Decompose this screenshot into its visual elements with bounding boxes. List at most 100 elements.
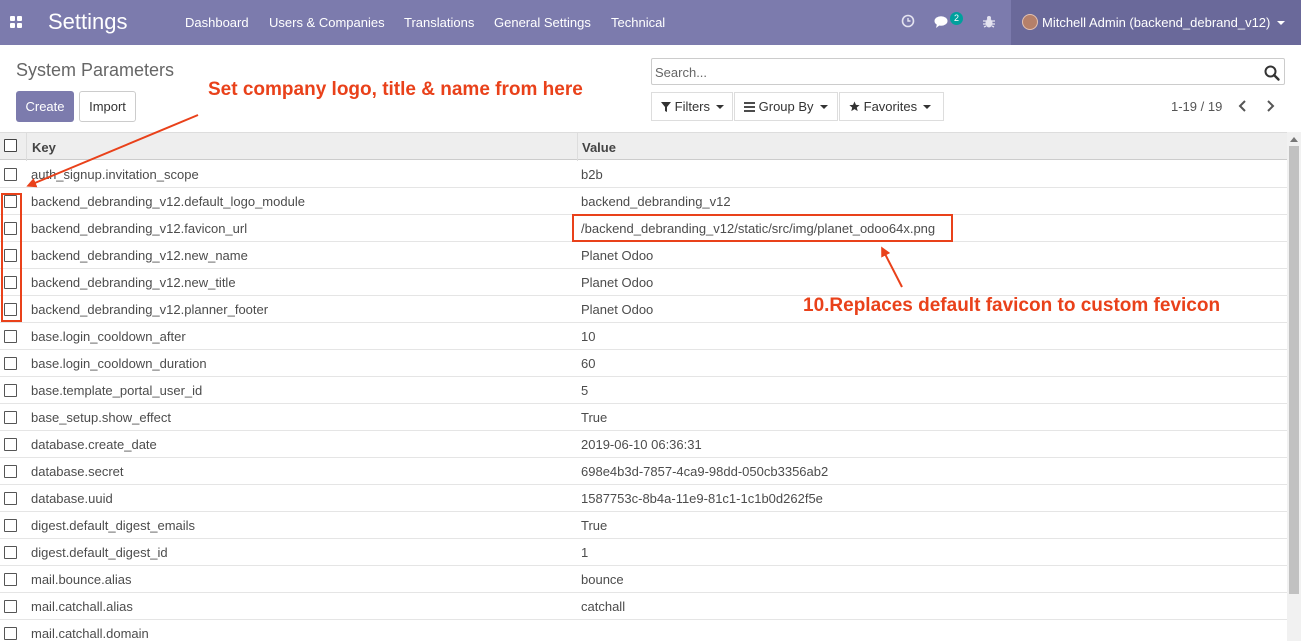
cell-key: backend_debranding_v12.planner_footer	[31, 302, 269, 317]
table-row[interactable]: backend_debranding_v12.new_title Planet O…	[0, 269, 1287, 296]
cell-key: base.login_cooldown_after	[31, 329, 186, 344]
chat-icon[interactable]	[934, 15, 950, 29]
cell-key: backend_debranding_v12.new_title	[31, 275, 236, 290]
row-checkbox[interactable]	[4, 600, 17, 613]
table-row[interactable]: database.uuid 1587753c-8b4a-11e9-81c1-1c1…	[0, 485, 1287, 512]
row-checkbox[interactable]	[4, 357, 17, 370]
app-title: Settings	[48, 9, 128, 34]
user-menu[interactable]: Mitchell Admin (backend_debrand_v12)	[1011, 0, 1301, 45]
filter-icon	[661, 102, 671, 112]
menu-users-companies[interactable]: Users & Companies	[269, 15, 385, 30]
row-checkbox[interactable]	[4, 411, 17, 424]
cell-key: digest.default_digest_emails	[31, 518, 196, 533]
table-row[interactable]: auth_signup.invitation_scope b2b	[0, 161, 1287, 188]
menu-dashboard[interactable]: Dashboard	[185, 15, 249, 30]
cell-value: 2019-06-10 06:36:31	[581, 437, 702, 452]
row-checkbox[interactable]	[4, 438, 17, 451]
cell-value: 698e4b3d-7857-4ca9-98dd-050cb3356ab2	[581, 464, 829, 479]
cell-key: database.create_date	[31, 437, 157, 452]
favorites-button[interactable]: Favorites	[839, 92, 944, 121]
search-icon[interactable]	[1263, 64, 1281, 82]
import-button[interactable]: Import	[79, 91, 136, 122]
select-all-checkbox[interactable]	[4, 139, 17, 152]
annotation-favicon-highlight	[572, 214, 953, 242]
cell-value: catchall	[581, 599, 626, 614]
messages-badge: 2	[950, 12, 963, 25]
cell-key: backend_debranding_v12.favicon_url	[31, 221, 248, 236]
cell-value: True	[581, 410, 608, 425]
top-navbar: Settings Dashboard Users & Companies Tra…	[0, 0, 1301, 45]
annotation-favicon-note: 10.Replaces default favicon to custom fe…	[803, 295, 1221, 316]
menu-technical[interactable]: Technical	[611, 15, 665, 30]
table-row[interactable]: base.login_cooldown_duration 60	[0, 350, 1287, 377]
column-header-value[interactable]: Value	[582, 140, 616, 155]
table-row[interactable]: backend_debranding_v12.new_name Planet Od…	[0, 242, 1287, 269]
table-header: Key Value	[0, 132, 1287, 161]
cell-key: mail.bounce.alias	[31, 572, 132, 587]
cell-key: backend_debranding_v12.default_logo_modu…	[31, 194, 305, 209]
cell-value: True	[581, 518, 608, 533]
cell-key: database.secret	[31, 464, 124, 479]
table-row[interactable]: database.secret 698e4b3d-7857-4ca9-98dd-0…	[0, 458, 1287, 485]
row-checkbox[interactable]	[4, 492, 17, 505]
row-checkbox[interactable]	[4, 330, 17, 343]
cell-value: bounce	[581, 572, 624, 587]
row-checkbox[interactable]	[4, 519, 17, 532]
annotation-checkbox-highlight	[1, 193, 22, 322]
pager-next-icon[interactable]	[1263, 97, 1277, 115]
list-icon	[744, 102, 755, 112]
apps-grid-icon[interactable]	[10, 16, 22, 28]
bug-icon[interactable]	[982, 15, 996, 29]
menu-translations[interactable]: Translations	[404, 15, 474, 30]
table-row[interactable]: digest.default_digest_emails True	[0, 512, 1287, 539]
user-name: Mitchell Admin (backend_debrand_v12)	[1042, 15, 1271, 30]
cell-key: auth_signup.invitation_scope	[31, 167, 199, 182]
pager-previous-icon[interactable]	[1236, 97, 1250, 115]
table-row[interactable]: backend_debranding_v12.default_logo_modu…	[0, 188, 1287, 215]
table-row[interactable]: base.template_portal_user_id 5	[0, 377, 1287, 404]
cell-value: 10	[581, 329, 596, 344]
scroll-up-icon[interactable]	[1290, 137, 1298, 142]
cell-key: database.uuid	[31, 491, 113, 506]
pager-value[interactable]: 1-19 / 19	[1171, 99, 1222, 114]
column-header-key[interactable]: Key	[32, 140, 56, 155]
search-bar	[651, 58, 1285, 85]
create-button[interactable]: Create	[16, 91, 74, 122]
cell-key: base.login_cooldown_duration	[31, 356, 207, 371]
row-checkbox[interactable]	[4, 627, 17, 640]
page-title: System Parameters	[16, 60, 175, 80]
filters-button[interactable]: Filters	[651, 92, 733, 121]
cell-key: digest.default_digest_id	[31, 545, 168, 560]
row-checkbox[interactable]	[4, 384, 17, 397]
scrollbar[interactable]	[1287, 132, 1301, 641]
table-row[interactable]: digest.default_digest_id 1	[0, 539, 1287, 566]
groupby-button[interactable]: Group By	[734, 92, 838, 121]
row-checkbox[interactable]	[4, 168, 17, 181]
row-checkbox[interactable]	[4, 465, 17, 478]
cell-value: backend_debranding_v12	[581, 194, 731, 209]
table-row[interactable]: database.create_date 2019-06-10 06:36:31	[0, 431, 1287, 458]
row-checkbox[interactable]	[4, 573, 17, 586]
table-row[interactable]: base_setup.show_effect True	[0, 404, 1287, 431]
favorites-label: Favorites	[863, 99, 918, 114]
cell-value: 5	[581, 383, 589, 398]
cell-value: Planet Odoo	[581, 248, 654, 263]
search-input[interactable]	[655, 62, 1255, 82]
cell-value: 60	[581, 356, 596, 371]
menu-general-settings[interactable]: General Settings	[494, 15, 591, 30]
row-checkbox[interactable]	[4, 546, 17, 559]
cell-key: base.template_portal_user_id	[31, 383, 203, 398]
table-row[interactable]: mail.catchall.alias catchall	[0, 593, 1287, 620]
table-row[interactable]: base.login_cooldown_after 10	[0, 323, 1287, 350]
table-row[interactable]: mail.bounce.alias bounce	[0, 566, 1287, 593]
groupby-label: Group By	[758, 99, 814, 114]
cell-value: Planet Odoo	[581, 275, 654, 290]
cell-value: 1	[581, 545, 589, 560]
chevron-down-icon	[1277, 21, 1285, 25]
clock-icon[interactable]	[901, 14, 915, 28]
scroll-thumb[interactable]	[1289, 146, 1299, 594]
table-row[interactable]: mail.catchall.domain	[0, 620, 1287, 641]
cell-key: mail.catchall.domain	[31, 626, 149, 641]
filters-label: Filters	[674, 99, 711, 114]
avatar	[1022, 14, 1038, 30]
